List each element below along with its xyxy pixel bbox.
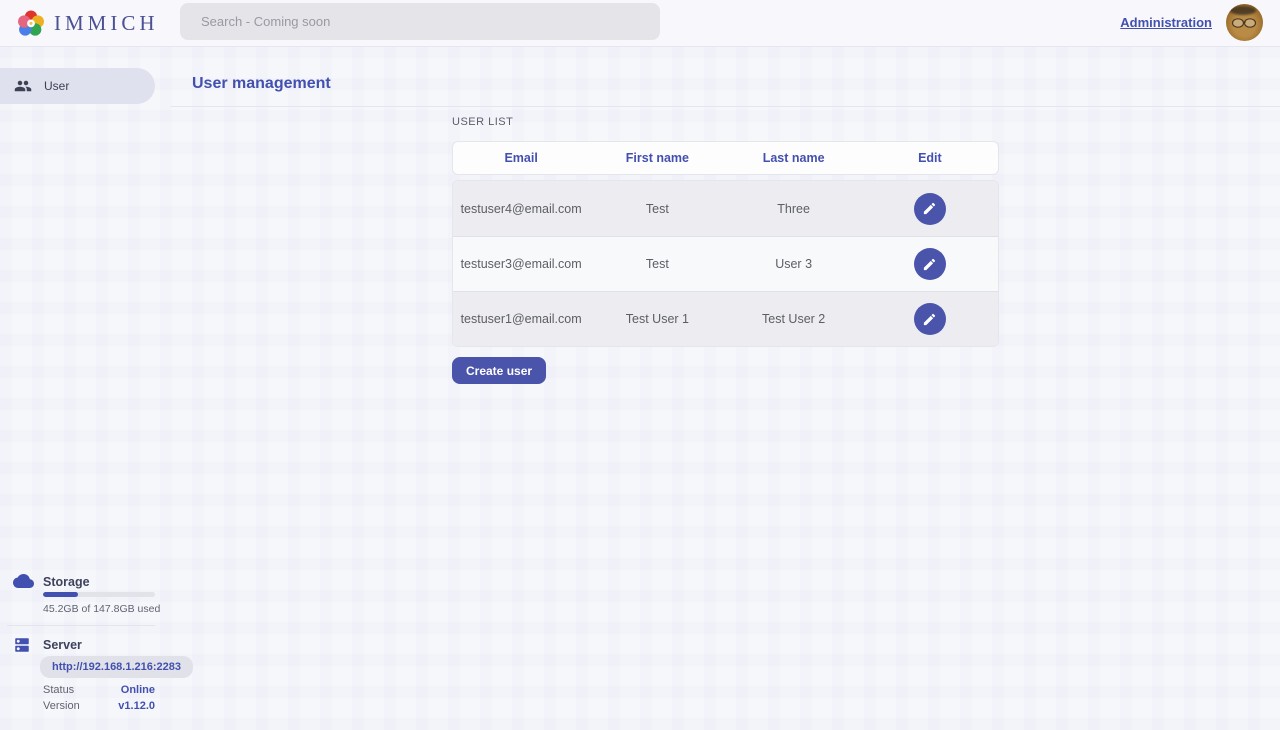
storage-usage-text: 45.2GB of 147.8GB used bbox=[43, 603, 160, 615]
title-divider bbox=[171, 106, 1280, 107]
status-value: Online bbox=[121, 684, 155, 696]
column-header-first-name: First name bbox=[589, 151, 725, 165]
storage-progress-fill bbox=[43, 592, 78, 597]
user-last-name: User 3 bbox=[726, 257, 862, 271]
users-group-icon bbox=[14, 77, 32, 95]
immich-flower-icon bbox=[16, 8, 46, 38]
status-label: Status bbox=[43, 684, 74, 696]
user-last-name: Test User 2 bbox=[726, 312, 862, 326]
user-first-name: Test bbox=[589, 257, 725, 271]
server-url-badge: http://192.168.1.216:2283 bbox=[40, 656, 193, 678]
table-row: testuser4@email.com Test Three bbox=[453, 181, 998, 236]
user-last-name: Three bbox=[726, 202, 862, 216]
user-table-header: Email First name Last name Edit bbox=[452, 141, 999, 175]
app-header: IMMICH Administration bbox=[0, 0, 1280, 47]
sidebar-item-label: User bbox=[44, 79, 69, 93]
server-title: Server bbox=[43, 638, 82, 652]
user-avatar[interactable] bbox=[1226, 4, 1263, 41]
server-status-row: Status Online bbox=[43, 684, 155, 696]
administration-link[interactable]: Administration bbox=[1120, 15, 1212, 30]
user-first-name: Test User 1 bbox=[589, 312, 725, 326]
table-row: testuser1@email.com Test User 1 Test Use… bbox=[453, 291, 998, 346]
user-email: testuser3@email.com bbox=[453, 257, 589, 271]
user-list-label: USER LIST bbox=[452, 116, 513, 128]
edit-user-button[interactable] bbox=[914, 193, 946, 225]
user-email: testuser4@email.com bbox=[453, 202, 589, 216]
edit-user-button[interactable] bbox=[914, 303, 946, 335]
user-first-name: Test bbox=[589, 202, 725, 216]
version-value: v1.12.0 bbox=[118, 700, 155, 712]
logo-wordmark: IMMICH bbox=[54, 11, 159, 36]
user-table: testuser4@email.com Test Three testuser3… bbox=[452, 180, 999, 347]
table-row: testuser3@email.com Test User 3 bbox=[453, 236, 998, 291]
cloud-icon bbox=[13, 573, 34, 593]
page-title: User management bbox=[192, 75, 331, 93]
pencil-icon bbox=[922, 257, 937, 272]
column-header-last-name: Last name bbox=[726, 151, 862, 165]
user-email: testuser1@email.com bbox=[453, 312, 589, 326]
edit-user-button[interactable] bbox=[914, 248, 946, 280]
dns-icon bbox=[13, 636, 31, 659]
version-label: Version bbox=[43, 700, 80, 712]
logo: IMMICH bbox=[16, 8, 159, 38]
column-header-email: Email bbox=[453, 151, 589, 165]
storage-progress-bar bbox=[43, 592, 155, 597]
column-header-edit: Edit bbox=[862, 151, 998, 165]
pencil-icon bbox=[922, 201, 937, 216]
pencil-icon bbox=[922, 312, 937, 327]
create-user-button[interactable]: Create user bbox=[452, 357, 546, 384]
search-input[interactable] bbox=[180, 3, 660, 40]
sidebar-item-user[interactable]: User bbox=[0, 68, 155, 104]
server-version-row: Version v1.12.0 bbox=[43, 700, 155, 712]
storage-title: Storage bbox=[43, 575, 90, 589]
panel-divider bbox=[7, 625, 155, 626]
